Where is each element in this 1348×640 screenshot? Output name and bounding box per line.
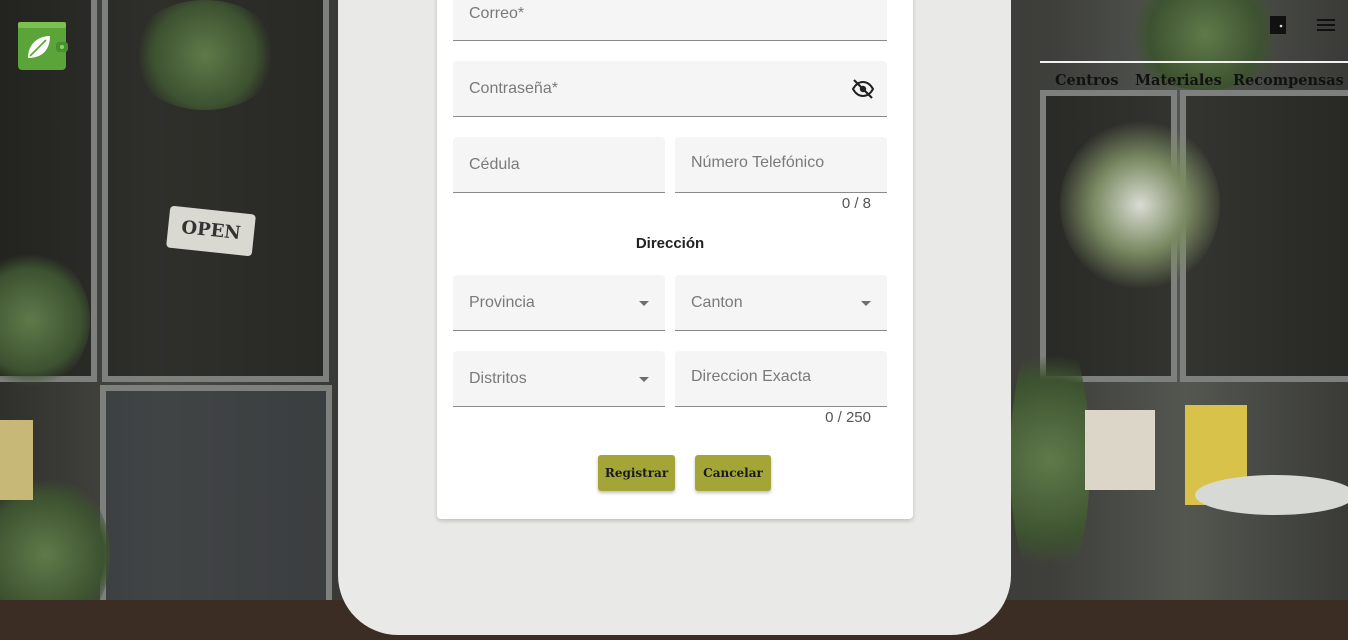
province-select[interactable]: Provincia [453, 275, 665, 331]
eye-off-icon[interactable] [851, 77, 875, 101]
cancel-button[interactable]: Cancelar [695, 455, 771, 491]
province-label: Provincia [469, 293, 535, 311]
chevron-down-icon [861, 300, 871, 306]
door-icon[interactable] [1267, 14, 1289, 36]
canton-label: Canton [691, 293, 743, 311]
poster-right-1 [1085, 410, 1155, 490]
chevron-down-icon [639, 300, 649, 306]
address-section-title: Dirección [635, 235, 705, 252]
phone-field[interactable]: Número Telefónico [675, 137, 887, 193]
exact-address-char-counter: 0 / 250 [825, 409, 871, 426]
email-label: Correo* [469, 5, 525, 22]
exact-address-label: Direccion Exacta [691, 368, 812, 385]
register-button[interactable]: Registrar [598, 455, 675, 491]
password-field[interactable]: Contraseña* [453, 61, 887, 117]
district-select[interactable]: Distritos [453, 351, 665, 407]
hamburger-menu-icon[interactable] [1315, 14, 1337, 36]
open-sign: OPEN [166, 205, 256, 257]
phone-char-counter: 0 / 8 [841, 195, 871, 212]
phone-label: Número Telefónico [691, 154, 825, 171]
district-label: Distritos [469, 369, 527, 387]
nav-divider [1040, 61, 1348, 63]
poster-left [0, 420, 33, 500]
id-number-field[interactable]: Cédula [453, 137, 665, 193]
nav-link-centros[interactable]: Centros [1055, 72, 1118, 89]
exact-address-field[interactable]: Direccion Exacta [675, 351, 887, 407]
chevron-down-icon [639, 376, 649, 382]
nav-link-recompensas[interactable]: Recompensas [1233, 72, 1344, 89]
cafe-table [1195, 475, 1348, 515]
nav-link-materiales[interactable]: Materiales [1135, 72, 1222, 89]
password-label: Contraseña* [469, 79, 558, 97]
id-number-label: Cédula [469, 155, 520, 173]
email-field[interactable]: Correo* [453, 0, 887, 41]
leaf-wallet-logo[interactable] [18, 20, 68, 70]
canton-select[interactable]: Canton [675, 275, 887, 331]
